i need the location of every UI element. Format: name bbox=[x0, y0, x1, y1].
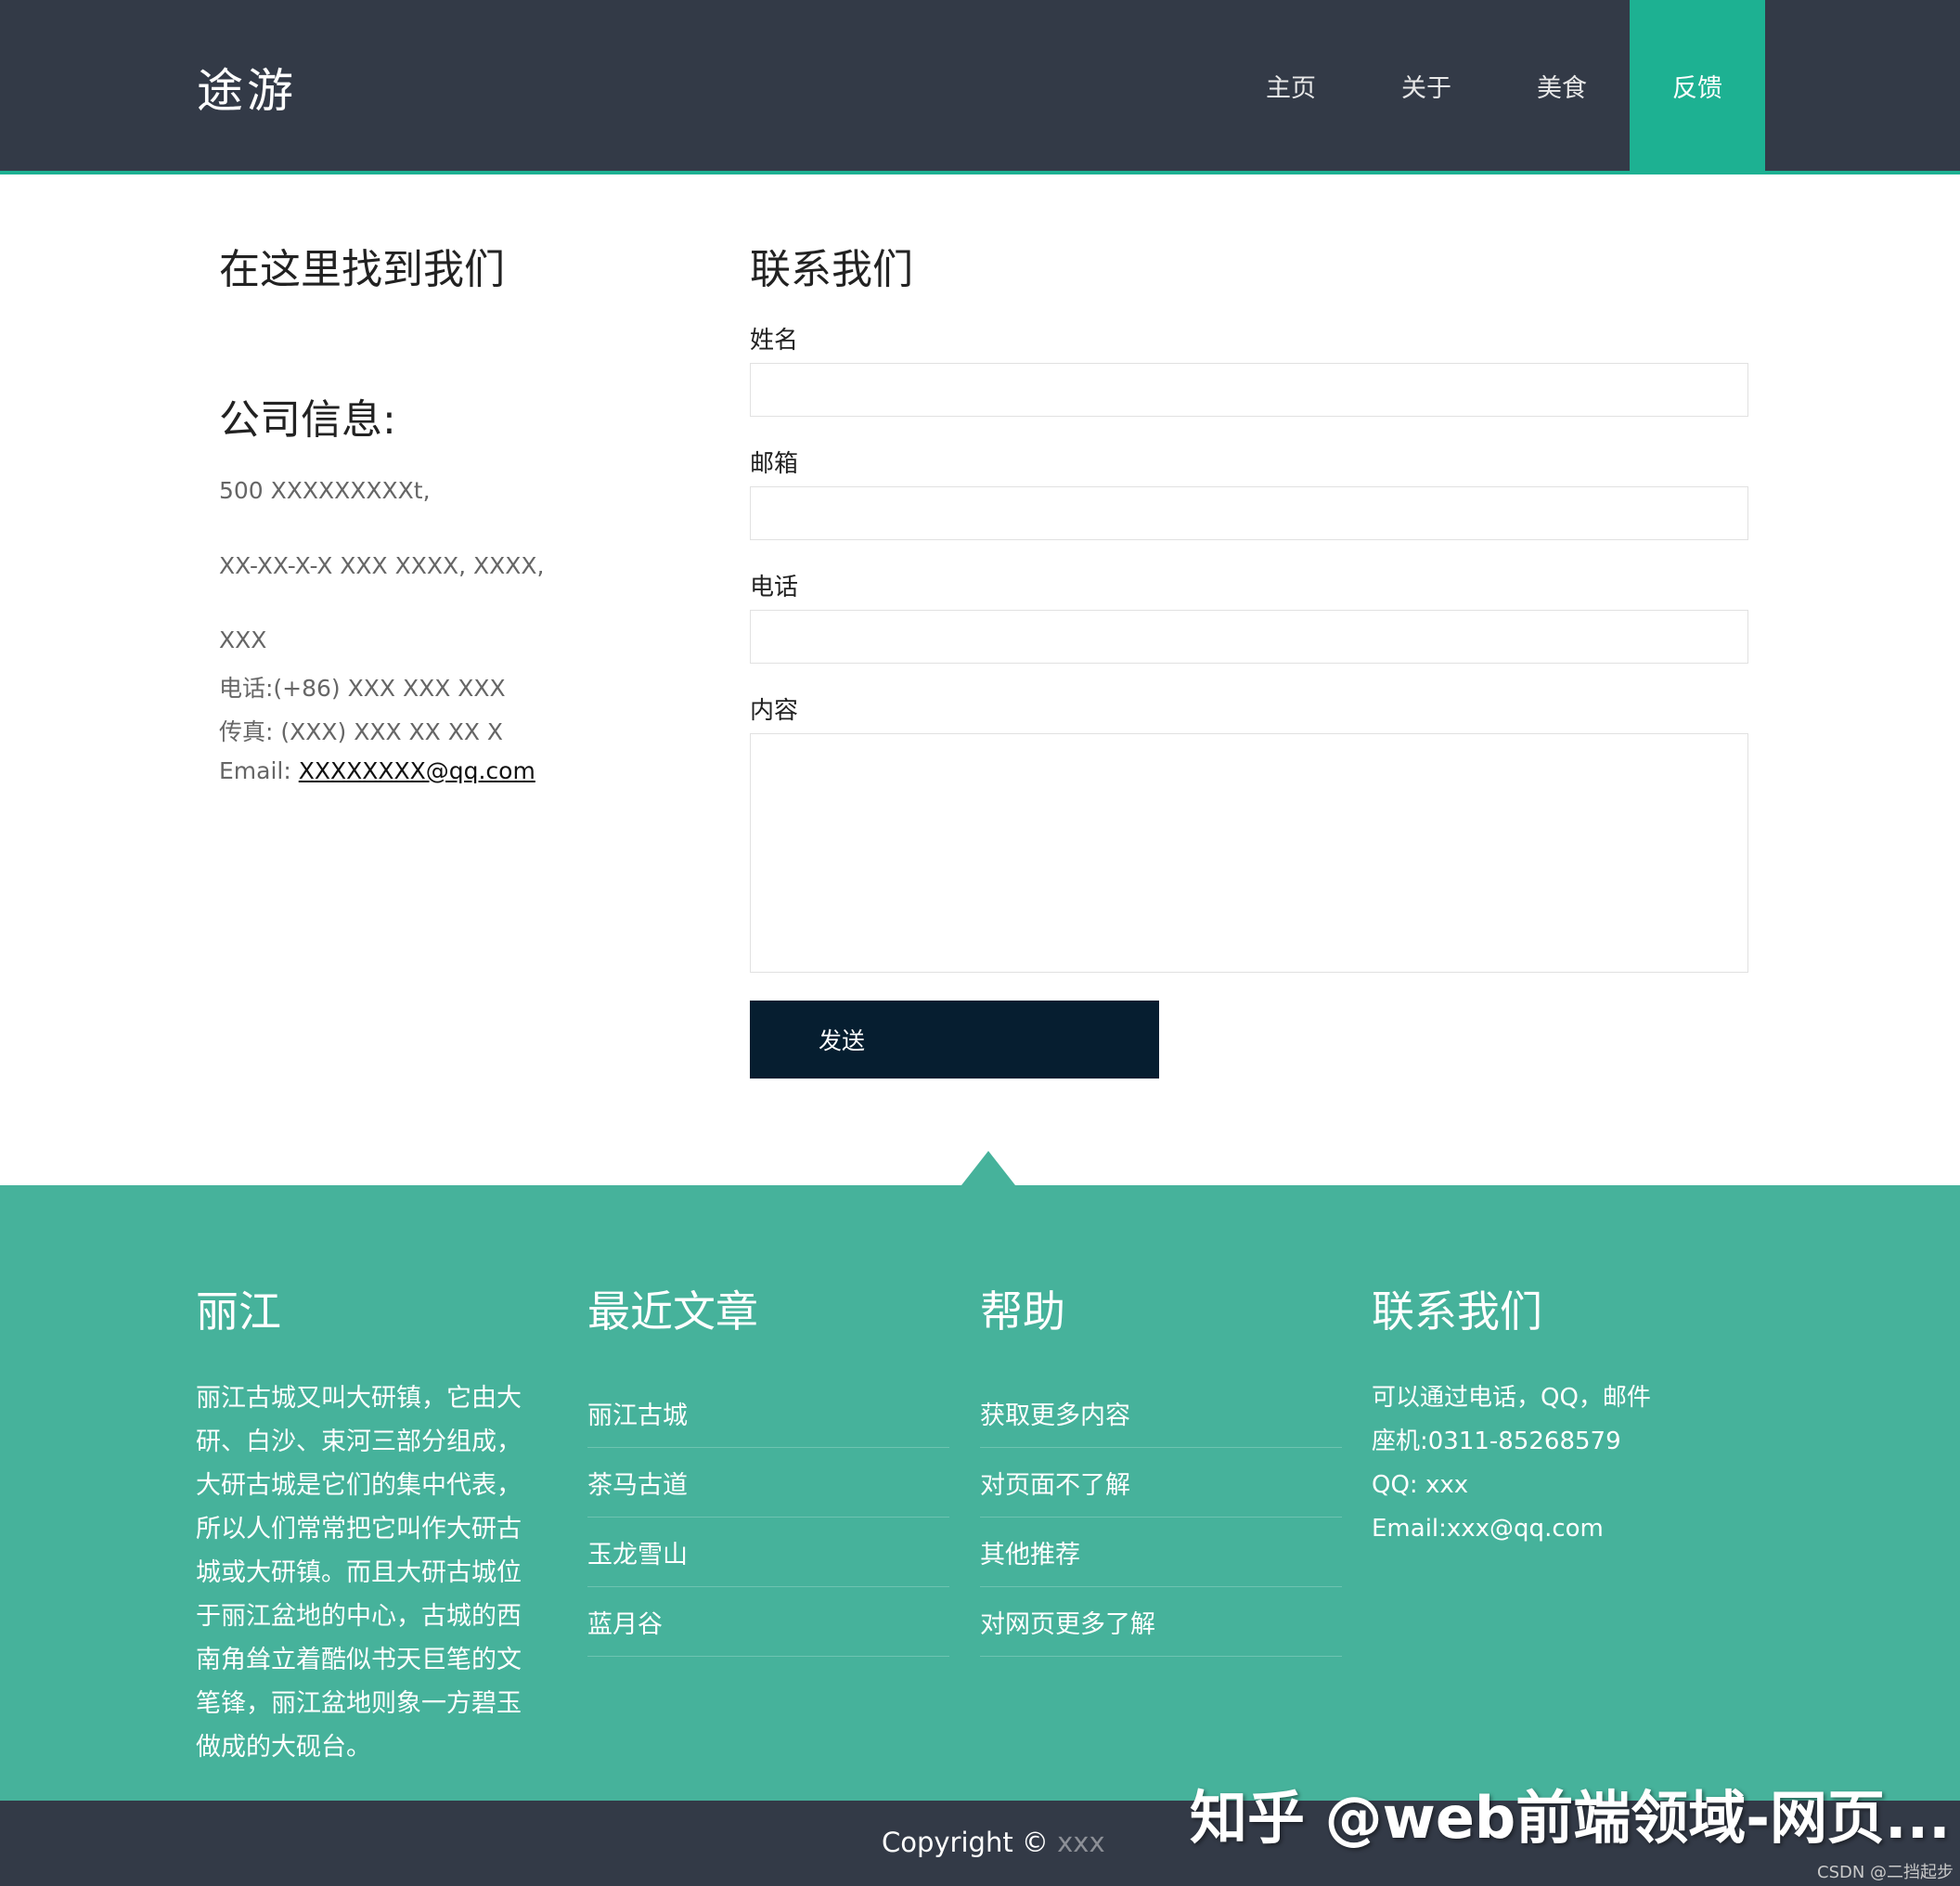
contact-form-title: 联系我们 bbox=[750, 246, 913, 293]
address-line-2: XX-XX-X-X XXX XXXX, XXXX, bbox=[219, 552, 545, 579]
article-link[interactable]: 丽江古城 bbox=[587, 1378, 949, 1448]
copyright-text: Copyright © xxx bbox=[882, 1827, 1105, 1858]
article-link[interactable]: 玉龙雪山 bbox=[587, 1518, 949, 1587]
name-label: 姓名 bbox=[750, 327, 799, 355]
article-link[interactable]: 茶马古道 bbox=[587, 1448, 949, 1518]
find-us-title: 在这里找到我们 bbox=[219, 246, 505, 293]
address-line-1: 500 XXXXXXXXXt, bbox=[219, 477, 431, 504]
copyright-label: Copyright © bbox=[882, 1827, 1058, 1858]
recent-articles-list: 丽江古城 茶马古道 玉龙雪山 蓝月谷 bbox=[587, 1378, 949, 1657]
phone-label: 电话 bbox=[750, 574, 799, 601]
name-input[interactable] bbox=[750, 363, 1748, 417]
nav-item-feedback[interactable]: 反馈 bbox=[1630, 0, 1765, 171]
phone-line: 电话:(+86) XXX XXX XXX bbox=[219, 675, 506, 702]
help-link[interactable]: 获取更多内容 bbox=[980, 1378, 1342, 1448]
article-link[interactable]: 蓝月谷 bbox=[587, 1587, 949, 1657]
contact-line: 可以通过电话，QQ，邮件 bbox=[1372, 1384, 1651, 1412]
footer-contact-title: 联系我们 bbox=[1372, 1286, 1542, 1337]
content-label: 内容 bbox=[750, 697, 799, 725]
site-header: 途游 主页 关于 美食 反馈 bbox=[0, 0, 1960, 174]
footer-help-title: 帮助 bbox=[980, 1286, 1065, 1337]
csdn-watermark: CSDN @二挡起步 bbox=[1817, 1863, 1954, 1882]
nav-item-home[interactable]: 主页 bbox=[1223, 0, 1359, 171]
footer-col-lijiang: 丽江 丽江古城又叫大研镇，它由大研、白沙、束河三部分组成，大研古城是它们的集中代… bbox=[196, 1278, 545, 1769]
footer-col-contact: 联系我们 可以通过电话，QQ，邮件 座机:0311-85268579 QQ: x… bbox=[1372, 1278, 1651, 1551]
phone-input[interactable] bbox=[750, 610, 1748, 664]
footer-col-recent-articles: 最近文章 丽江古城 茶马古道 玉龙雪山 蓝月谷 bbox=[587, 1278, 949, 1657]
contact-line: Email:xxx@qq.com bbox=[1372, 1515, 1604, 1543]
fax-line: 传真: (XXX) XXX XX XX X bbox=[219, 718, 504, 745]
zhihu-watermark: 知乎 @web前端领域-网页... bbox=[1190, 1784, 1951, 1852]
footer-contact-info: 可以通过电话，QQ，邮件 座机:0311-85268579 QQ: xxx Em… bbox=[1372, 1376, 1651, 1551]
footer-col-help: 帮助 获取更多内容 对页面不了解 其他推荐 对网页更多了解 bbox=[980, 1278, 1342, 1657]
email-label: Email: bbox=[219, 757, 299, 784]
footer-arrow-decoration bbox=[961, 1151, 1015, 1185]
email-input[interactable] bbox=[750, 486, 1748, 540]
footer-recent-title: 最近文章 bbox=[587, 1286, 758, 1337]
send-button[interactable]: 发送 bbox=[750, 1001, 1159, 1079]
site-footer: 丽江 丽江古城又叫大研镇，它由大研、白沙、束河三部分组成，大研古城是它们的集中代… bbox=[0, 1185, 1960, 1801]
contact-form: 联系我们 姓名 邮箱 电话 内容 发送 bbox=[750, 236, 1750, 1079]
contact-line: 座机:0311-85268579 bbox=[1372, 1427, 1621, 1455]
nav-item-about[interactable]: 关于 bbox=[1359, 0, 1494, 171]
content-textarea[interactable] bbox=[750, 733, 1748, 973]
help-links-list: 获取更多内容 对页面不了解 其他推荐 对网页更多了解 bbox=[980, 1378, 1342, 1657]
copyright-owner[interactable]: xxx bbox=[1057, 1827, 1105, 1858]
find-us-section: 在这里找到我们 公司信息: 500 XXXXXXXXXt, XX-XX-X-X … bbox=[219, 236, 739, 784]
address-line-3: XXX bbox=[219, 627, 267, 653]
email-line: Email: XXXXXXXX@qq.com bbox=[219, 757, 535, 784]
main-nav: 主页 关于 美食 反馈 bbox=[1223, 0, 1765, 171]
contact-line: QQ: xxx bbox=[1372, 1471, 1469, 1499]
company-info-title: 公司信息: bbox=[219, 396, 396, 444]
email-label-field: 邮箱 bbox=[750, 450, 799, 478]
footer-lijiang-text: 丽江古城又叫大研镇，它由大研、白沙、束河三部分组成，大研古城是它们的集中代表，所… bbox=[196, 1384, 522, 1762]
footer-lijiang-title: 丽江 bbox=[196, 1286, 281, 1337]
site-logo[interactable]: 途游 bbox=[197, 54, 297, 121]
help-link[interactable]: 对网页更多了解 bbox=[980, 1587, 1342, 1657]
help-link[interactable]: 对页面不了解 bbox=[980, 1448, 1342, 1518]
email-link[interactable]: XXXXXXXX@qq.com bbox=[299, 757, 535, 784]
nav-item-food[interactable]: 美食 bbox=[1494, 0, 1630, 171]
help-link[interactable]: 其他推荐 bbox=[980, 1518, 1342, 1587]
